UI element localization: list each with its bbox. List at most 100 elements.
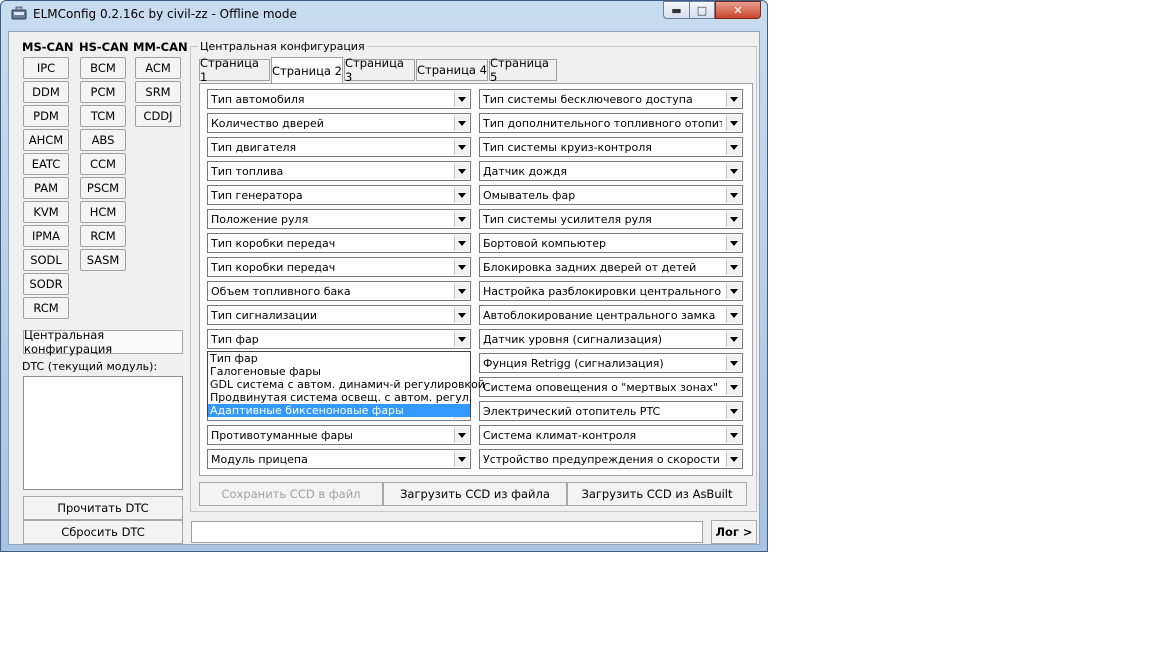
chevron-down-icon[interactable] bbox=[726, 283, 741, 299]
right-combo-11[interactable]: Датчик уровня (сигнализация) bbox=[479, 329, 743, 349]
load-ccd-asbuilt-button[interactable]: Загрузить CCD из AsBuilt bbox=[567, 482, 747, 506]
left-combo-11[interactable]: Тип фар bbox=[207, 329, 471, 349]
module-button-hs-can-ccm[interactable]: CCM bbox=[80, 153, 126, 175]
chevron-down-icon[interactable] bbox=[726, 139, 741, 155]
left-combo-9[interactable]: Объем топливного бака bbox=[207, 281, 471, 301]
module-button-ms-can-sodl[interactable]: SODL bbox=[23, 249, 69, 271]
module-button-mm-can-srm[interactable]: SRM bbox=[135, 81, 181, 103]
left-combo-10[interactable]: Тип сигнализации bbox=[207, 305, 471, 325]
tab-page-4[interactable]: Страница 4 bbox=[416, 59, 488, 81]
chevron-down-icon[interactable] bbox=[726, 91, 741, 107]
chevron-down-icon[interactable] bbox=[726, 259, 741, 275]
right-combo-3[interactable]: Тип системы круиз-контроля bbox=[479, 137, 743, 157]
left-combo-15[interactable]: Противотуманные фары bbox=[207, 425, 471, 445]
chevron-down-icon[interactable] bbox=[454, 259, 469, 275]
left-combo-16[interactable]: Модуль прицепа bbox=[207, 449, 471, 469]
module-button-ms-can-pam[interactable]: PAM bbox=[23, 177, 69, 199]
module-button-hs-can-rcm[interactable]: RCM bbox=[80, 225, 126, 247]
left-combo-1[interactable]: Тип автомобиля bbox=[207, 89, 471, 109]
chevron-down-icon[interactable] bbox=[454, 163, 469, 179]
tab-page-3[interactable]: Страница 3 bbox=[344, 56, 415, 84]
chevron-down-icon[interactable] bbox=[454, 139, 469, 155]
chevron-down-icon[interactable] bbox=[454, 331, 469, 347]
chevron-down-icon[interactable] bbox=[726, 163, 741, 179]
tab-page-2[interactable]: Страница 2 bbox=[271, 57, 343, 83]
module-button-mm-can-acm[interactable]: ACM bbox=[135, 57, 181, 79]
dropdown-option[interactable]: Галогеновые фары bbox=[208, 365, 470, 378]
module-button-ms-can-rcm[interactable]: RCM bbox=[23, 297, 69, 319]
right-combo-10[interactable]: Автоблокирование центрального замка bbox=[479, 305, 743, 325]
chevron-down-icon[interactable] bbox=[454, 91, 469, 107]
log-input[interactable] bbox=[191, 521, 703, 543]
save-ccd-button[interactable]: Сохранить CCD в файл bbox=[199, 482, 383, 506]
module-button-ms-can-pdm[interactable]: PDM bbox=[23, 105, 69, 127]
module-button-hs-can-abs[interactable]: ABS bbox=[80, 129, 126, 151]
right-combo-6[interactable]: Тип системы усилителя руля bbox=[479, 209, 743, 229]
chevron-down-icon[interactable] bbox=[726, 331, 741, 347]
chevron-down-icon[interactable] bbox=[454, 187, 469, 203]
left-combo-3[interactable]: Тип двигателя bbox=[207, 137, 471, 157]
left-combo-2[interactable]: Количество дверей bbox=[207, 113, 471, 133]
tab-page-5[interactable]: Страница 5 bbox=[489, 56, 557, 84]
tab-page-1[interactable]: Страница 1 bbox=[199, 56, 270, 84]
read-dtc-button[interactable]: Прочитать DTC bbox=[23, 496, 183, 520]
module-button-ms-can-eatc[interactable]: EATC bbox=[23, 153, 69, 175]
module-button-hs-can-pcm[interactable]: PCM bbox=[80, 81, 126, 103]
right-combo-7[interactable]: Бортовой компьютер bbox=[479, 233, 743, 253]
dropdown-option[interactable]: Адаптивные биксеноновые фары bbox=[208, 404, 470, 417]
module-button-hs-can-bcm[interactable]: BCM bbox=[80, 57, 126, 79]
right-combo-15[interactable]: Система климат-контроля bbox=[479, 425, 743, 445]
chevron-down-icon[interactable] bbox=[726, 235, 741, 251]
reset-dtc-button[interactable]: Сбросить DTC bbox=[23, 520, 183, 544]
right-combo-2[interactable]: Тип дополнительного топливного отопителя bbox=[479, 113, 743, 133]
module-button-ms-can-ipc[interactable]: IPC bbox=[23, 57, 69, 79]
dropdown-option[interactable]: Тип фар bbox=[208, 352, 470, 365]
right-combo-1[interactable]: Тип системы бесключевого доступа bbox=[479, 89, 743, 109]
module-button-hs-can-sasm[interactable]: SASM bbox=[80, 249, 126, 271]
chevron-down-icon[interactable] bbox=[454, 283, 469, 299]
chevron-down-icon[interactable] bbox=[454, 427, 469, 443]
headlight-type-dropdown-list[interactable]: Тип фар Галогеновые фары GDL система с авт… bbox=[207, 351, 485, 417]
dropdown-option[interactable]: Продвинутая система освещ. с автом. регу… bbox=[208, 391, 472, 404]
chevron-down-icon[interactable] bbox=[726, 451, 741, 467]
chevron-down-icon[interactable] bbox=[454, 115, 469, 131]
left-combo-7[interactable]: Тип коробки передач bbox=[207, 233, 471, 253]
chevron-down-icon[interactable] bbox=[726, 379, 741, 395]
chevron-down-icon[interactable] bbox=[454, 235, 469, 251]
module-button-hs-can-tcm[interactable]: TCM bbox=[80, 105, 126, 127]
right-combo-5[interactable]: Омыватель фар bbox=[479, 185, 743, 205]
right-combo-13[interactable]: Система оповещения о "мертвых зонах" bbox=[479, 377, 743, 397]
maximize-button[interactable]: □ bbox=[689, 1, 715, 19]
module-button-hs-can-pscm[interactable]: PSCM bbox=[80, 177, 126, 199]
module-button-ms-can-ddm[interactable]: DDM bbox=[23, 81, 69, 103]
right-combo-12[interactable]: Фунция Retrigg (сигнализация) bbox=[479, 353, 743, 373]
chevron-down-icon[interactable] bbox=[726, 187, 741, 203]
left-combo-4[interactable]: Тип топлива bbox=[207, 161, 471, 181]
minimize-button[interactable]: ▬ bbox=[663, 1, 689, 19]
load-ccd-file-button[interactable]: Загрузить CCD из файла bbox=[383, 482, 567, 506]
close-button[interactable]: ✕ bbox=[715, 1, 761, 19]
right-combo-14[interactable]: Электрический отопитель PTC bbox=[479, 401, 743, 421]
module-button-ms-can-sodr[interactable]: SODR bbox=[23, 273, 69, 295]
module-button-mm-can-cddj[interactable]: CDDJ bbox=[135, 105, 181, 127]
right-combo-8[interactable]: Блокировка задних дверей от детей bbox=[479, 257, 743, 277]
left-combo-6[interactable]: Положение руля bbox=[207, 209, 471, 229]
chevron-down-icon[interactable] bbox=[454, 211, 469, 227]
central-config-button[interactable]: Центральная конфигурация bbox=[23, 328, 183, 356]
left-combo-8[interactable]: Тип коробки передач bbox=[207, 257, 471, 277]
right-combo-9[interactable]: Настройка разблокировки центрального зам… bbox=[479, 281, 743, 301]
chevron-down-icon[interactable] bbox=[726, 403, 741, 419]
module-button-ms-can-kvm[interactable]: KVM bbox=[23, 201, 69, 223]
right-combo-4[interactable]: Датчик дождя bbox=[479, 161, 743, 181]
chevron-down-icon[interactable] bbox=[454, 307, 469, 323]
right-combo-16[interactable]: Устройство предупреждения о скорости bbox=[479, 449, 743, 469]
dropdown-option[interactable]: GDL система с автом. динамич-й регулиров… bbox=[208, 378, 485, 391]
dtc-list[interactable] bbox=[23, 376, 183, 490]
title-bar[interactable]: ELMConfig 0.2.16c by civil-zz - Offline … bbox=[1, 1, 767, 29]
left-combo-5[interactable]: Тип генератора bbox=[207, 185, 471, 205]
chevron-down-icon[interactable] bbox=[726, 427, 741, 443]
chevron-down-icon[interactable] bbox=[726, 307, 741, 323]
chevron-down-icon[interactable] bbox=[726, 211, 741, 227]
module-button-ms-can-ahcm[interactable]: AHCM bbox=[23, 129, 69, 151]
chevron-down-icon[interactable] bbox=[726, 115, 741, 131]
